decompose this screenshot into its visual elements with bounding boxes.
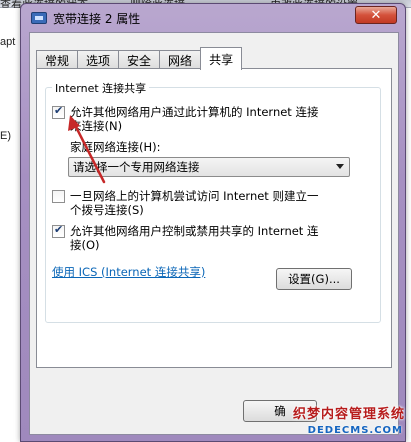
dial-on-demand-label-line1: 一旦网络上的计算机尝试访问 Internet 则建立一	[70, 189, 319, 203]
network-connection-icon	[31, 12, 47, 24]
home-network-select-value: 请选择一个专用网络连接	[73, 160, 200, 174]
dialog-titlebar[interactable]: 宽带连接 2 属性 ✕	[21, 4, 405, 32]
ics-help-link[interactable]: 使用 ICS (Internet 连接共享)	[52, 264, 205, 280]
chevron-down-icon	[336, 164, 344, 169]
watermark-text: 织梦内容管理系统	[292, 407, 405, 422]
tab-sharing[interactable]: 共享	[200, 47, 243, 70]
dial-on-demand-checkbox[interactable]	[52, 190, 65, 203]
background-left-text-1: apt	[0, 36, 16, 48]
allow-control-label-line1: 允许其他网络用户控制或禁用共享的 Internet 连	[70, 224, 319, 238]
tab-general[interactable]: 常规	[36, 50, 79, 69]
sharing-tab-panel: Internet 连接共享 允许其他网络用户通过此计算机的 Internet 连…	[36, 68, 392, 368]
allow-connect-checkbox[interactable]	[52, 104, 65, 119]
settings-button[interactable]: 设置(G)...	[276, 268, 352, 290]
allow-control-label-line2: 接(O)	[70, 238, 100, 252]
tab-security[interactable]: 安全	[118, 50, 161, 69]
tab-bar: 常规 选项 安全 网络 共享	[36, 47, 243, 70]
home-network-label: 家庭网络连接(H):	[70, 140, 161, 154]
allow-control-checkbox[interactable]	[52, 223, 65, 238]
close-button[interactable]: ✕	[355, 6, 397, 24]
dialog-title: 宽带连接 2 属性	[53, 12, 141, 26]
allow-connect-label-line1: 允许其他网络用户通过此计算机的 Internet 连接	[70, 105, 319, 119]
allow-connect-label-line2: 来连接(N)	[70, 119, 123, 133]
dialog-client-area: 常规 选项 安全 网络 共享 Internet 连接共享 允许其他网络用户通过此…	[29, 32, 399, 435]
properties-dialog: 宽带连接 2 属性 ✕ 常规 选项 安全 网络 共享 Internet 连接共享…	[20, 3, 406, 442]
home-network-select[interactable]: 请选择一个专用网络连接	[68, 157, 350, 177]
ics-group-title: Internet 连接共享	[52, 80, 150, 96]
dial-on-demand-label-line2: 个拨号连接(S)	[70, 203, 144, 217]
tab-options[interactable]: 选项	[77, 50, 120, 69]
site-watermark: 织梦内容管理系统 DEDECMS.COM	[241, 396, 411, 442]
watermark-domain: DEDECMS.COM	[307, 425, 403, 436]
ics-group-box: Internet 连接共享 允许其他网络用户通过此计算机的 Internet 连…	[45, 80, 381, 323]
tab-networking[interactable]: 网络	[159, 50, 202, 69]
background-left-text-2: E)	[0, 130, 11, 142]
close-icon: ✕	[370, 7, 382, 23]
